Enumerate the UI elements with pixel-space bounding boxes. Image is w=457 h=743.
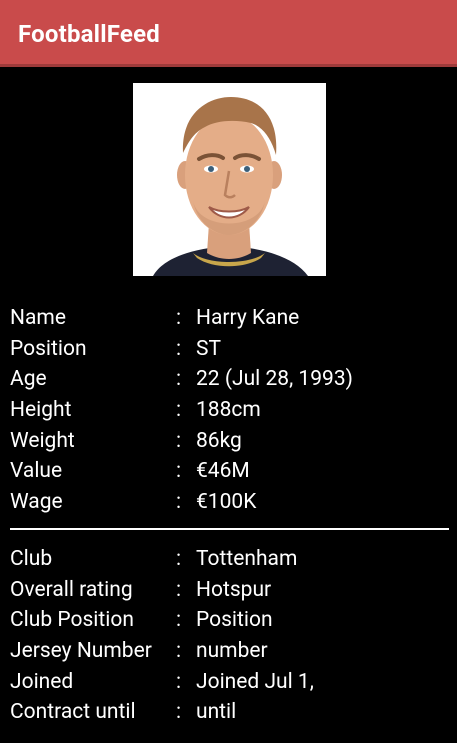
- row-value: 188cm: [196, 398, 261, 423]
- row-label: Overall rating: [10, 577, 133, 602]
- row-separator: :: [176, 608, 182, 633]
- row-label: Contract until: [10, 700, 136, 725]
- info-row-joined: Joined : Joined Jul 1,: [10, 667, 450, 698]
- row-label: Value: [10, 459, 63, 484]
- row-label: Club: [10, 547, 53, 571]
- row-separator: :: [176, 639, 182, 664]
- row-value: €46M: [196, 459, 250, 484]
- row-value: Hotspur: [196, 577, 272, 602]
- row-separator: :: [176, 428, 182, 453]
- row-separator: :: [176, 306, 182, 330]
- info-row-contract-until: Contract until : until: [10, 697, 450, 728]
- row-separator: :: [176, 459, 182, 484]
- row-label: Age: [10, 367, 47, 392]
- row-separator: :: [176, 547, 182, 571]
- info-row-jersey-number: Jersey Number : number: [10, 636, 450, 667]
- row-label: Club Position: [10, 608, 134, 633]
- row-value: Position: [196, 608, 273, 633]
- row-label: Weight: [10, 428, 75, 453]
- row-value: 86kg: [196, 428, 242, 453]
- row-value: ST: [196, 336, 221, 361]
- info-row-age: Age : 22 (Jul 28, 1993): [10, 364, 450, 395]
- row-value: 22 (Jul 28, 1993): [196, 367, 353, 392]
- info-row-position: Position : ST: [10, 334, 450, 365]
- info-row-club: Club : Tottenham: [10, 544, 450, 575]
- row-label: Name: [10, 306, 66, 330]
- personal-info-list: Name : Harry Kane Position : ST Age : 22…: [10, 303, 450, 518]
- row-label: Height: [10, 398, 72, 423]
- player-photo: [133, 83, 326, 276]
- row-label: Wage: [10, 490, 63, 515]
- section-divider: [10, 528, 449, 530]
- row-label: Jersey Number: [10, 639, 152, 664]
- row-value: Harry Kane: [196, 306, 300, 330]
- row-label: Position: [10, 336, 87, 361]
- row-separator: :: [176, 490, 182, 515]
- info-row-club-position: Club Position : Position: [10, 605, 450, 636]
- row-value: Joined Jul 1,: [196, 669, 314, 694]
- row-value: €100K: [196, 490, 257, 515]
- row-separator: :: [176, 336, 182, 361]
- row-value: Tottenham: [196, 547, 298, 571]
- row-value: until: [196, 700, 237, 725]
- club-info-list: Club : Tottenham Overall rating : Hotspu…: [10, 544, 450, 728]
- info-row-overall-rating: Overall rating : Hotspur: [10, 575, 450, 606]
- app-title: FootballFeed: [18, 20, 160, 48]
- player-portrait-icon: [133, 83, 326, 276]
- info-row-height: Height : 188cm: [10, 395, 450, 426]
- row-separator: :: [176, 577, 182, 602]
- info-row-name: Name : Harry Kane: [10, 303, 450, 334]
- info-row-weight: Weight : 86kg: [10, 426, 450, 457]
- row-separator: :: [176, 367, 182, 392]
- row-value: number: [196, 639, 268, 664]
- row-separator: :: [176, 669, 182, 694]
- row-label: Joined: [10, 669, 74, 694]
- info-row-value: Value : €46M: [10, 456, 450, 487]
- app-bar: FootballFeed: [0, 0, 457, 67]
- row-separator: :: [176, 700, 182, 725]
- row-separator: :: [176, 398, 182, 423]
- info-row-wage: Wage : €100K: [10, 487, 450, 518]
